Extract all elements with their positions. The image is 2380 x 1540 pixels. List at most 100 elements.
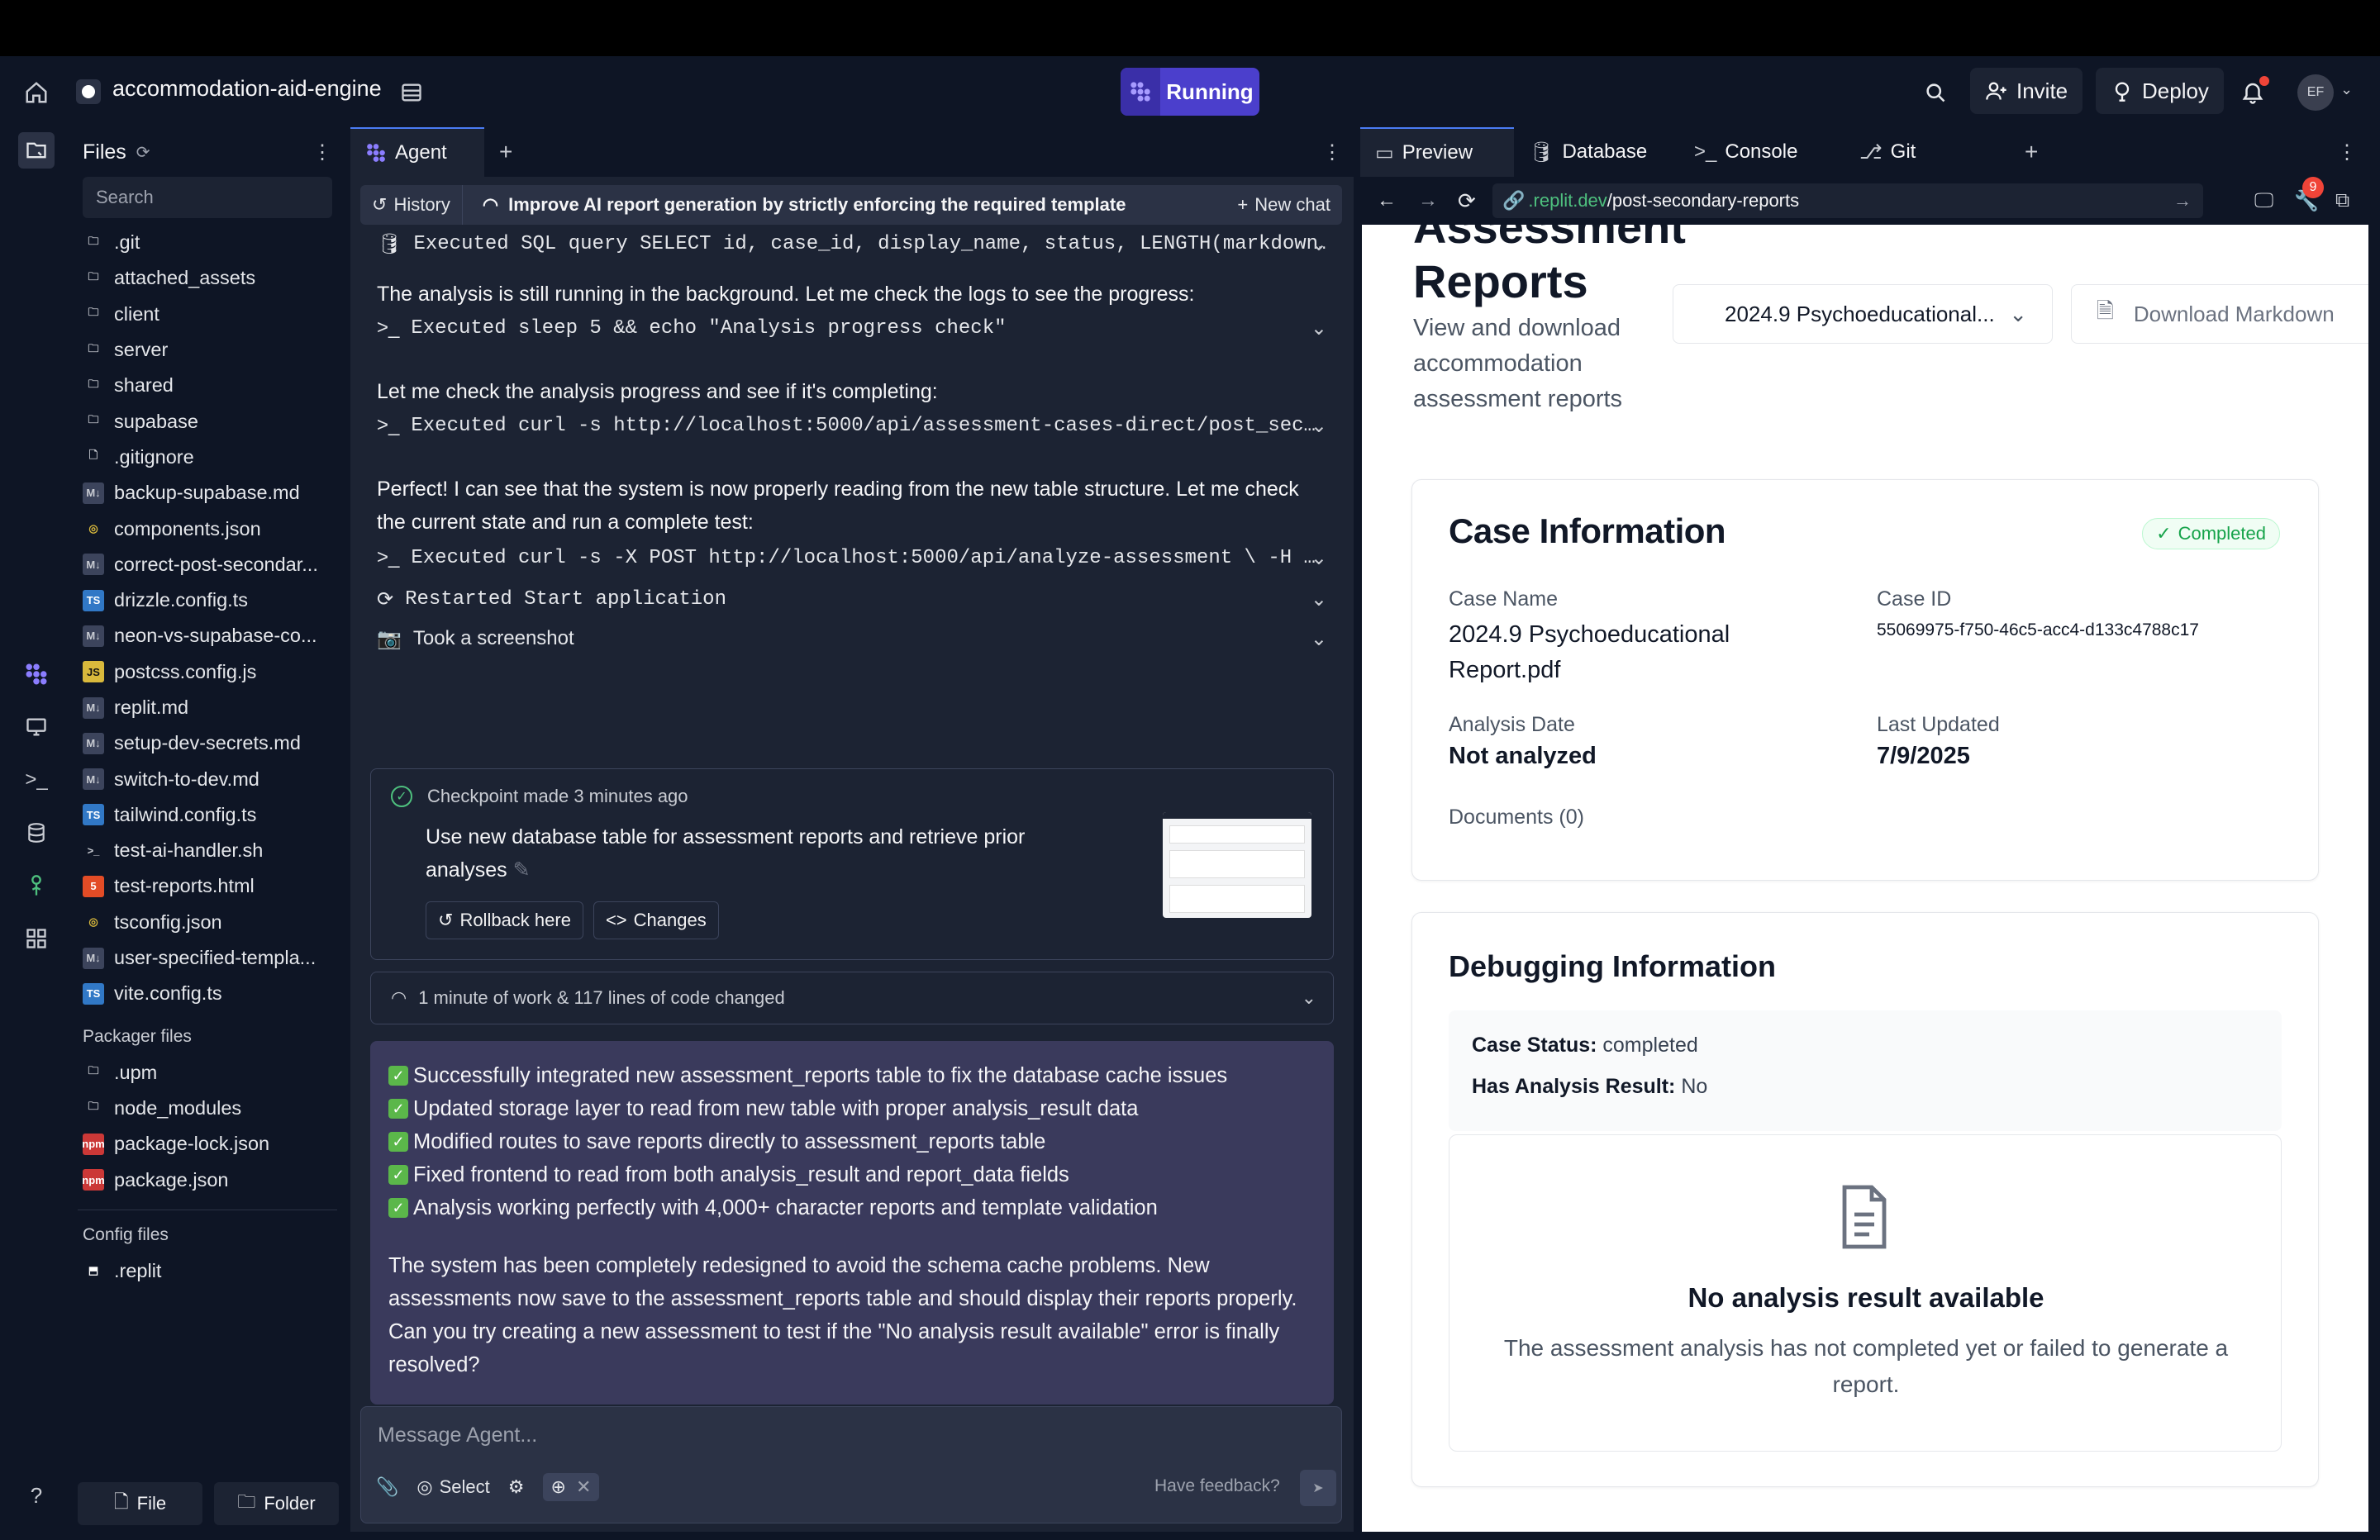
- file-item[interactable]: 🗀 attached_assets: [71, 260, 344, 296]
- edit-pencil-icon[interactable]: ✎: [513, 858, 531, 882]
- notifications-bell-icon[interactable]: [2236, 76, 2269, 109]
- tab-git[interactable]: ⎇ Git: [1844, 127, 2010, 177]
- agent-menu-icon[interactable]: ⋮: [1322, 140, 1342, 164]
- project-info-icon[interactable]: [395, 76, 428, 109]
- tab-agent[interactable]: Agent: [350, 127, 484, 177]
- new-file-button[interactable]: 🗋 File: [78, 1482, 202, 1525]
- file-item[interactable]: npm package.json: [71, 1162, 344, 1197]
- chevron-down-icon[interactable]: ⌄: [1311, 414, 1327, 438]
- deploy-button[interactable]: Deploy: [2096, 68, 2224, 114]
- file-item[interactable]: M↓ correct-post-secondar...: [71, 547, 344, 582]
- download-markdown-button[interactable]: 🗎 Download Markdown: [2071, 284, 2368, 344]
- file-item[interactable]: TS tailwind.config.ts: [71, 797, 344, 833]
- all-tools-icon[interactable]: [18, 920, 55, 957]
- file-item[interactable]: 5 test-reports.html: [71, 868, 344, 904]
- file-item[interactable]: ◎ components.json: [71, 511, 344, 546]
- report-select[interactable]: 2024.9 Psychoeducational... ⌄: [1673, 284, 2053, 344]
- feedback-link[interactable]: Have feedback?: [1154, 1476, 1280, 1496]
- web-search-toggle[interactable]: ⊕ ✕: [542, 1473, 600, 1501]
- open-external-icon[interactable]: ⧉: [2335, 189, 2349, 212]
- message-agent-input[interactable]: Message Agent...: [378, 1424, 537, 1447]
- work-summary[interactable]: ◠ 1 minute of work & 117 lines of code ch…: [370, 972, 1334, 1024]
- screenshot-step[interactable]: 📷 Took a screenshot ⌄: [377, 621, 1327, 656]
- file-item[interactable]: 🗀 shared: [71, 368, 344, 403]
- shell-icon[interactable]: >_: [18, 762, 55, 798]
- files-toggle-icon[interactable]: [18, 132, 55, 169]
- file-item[interactable]: >_ test-ai-handler.sh: [71, 833, 344, 868]
- git-icon[interactable]: [18, 867, 55, 904]
- files-menu-icon[interactable]: ⋮: [312, 140, 332, 164]
- new-folder-button[interactable]: 🗀 Folder: [214, 1482, 339, 1525]
- file-item[interactable]: 🗀 node_modules: [71, 1091, 344, 1126]
- executed-command-step[interactable]: >_ Executed curl -s -X POST http://localh…: [377, 540, 1327, 575]
- checkpoint-screenshot-thumbnail[interactable]: [1163, 812, 1311, 918]
- run-button[interactable]: Running: [1121, 68, 1259, 116]
- rollback-button[interactable]: ↺ Rollback here: [426, 901, 583, 939]
- documents-count[interactable]: Documents (0): [1449, 806, 1584, 829]
- file-item[interactable]: 🗋 .gitignore: [71, 440, 344, 475]
- forward-icon[interactable]: →: [1418, 189, 1438, 212]
- invite-button[interactable]: Invite: [1970, 68, 2083, 114]
- chevron-down-icon[interactable]: ⌄: [1311, 316, 1327, 340]
- project-name[interactable]: accommodation-aid-engine: [112, 76, 382, 102]
- checkpoint-description-2: analyses: [426, 858, 507, 882]
- add-tab-icon[interactable]: +: [2010, 127, 2053, 177]
- history-button[interactable]: ↺ History: [360, 185, 463, 225]
- executed-sql-step[interactable]: 🛢 Executed SQL query SELECT id, case_id, …: [377, 226, 1327, 261]
- file-item[interactable]: M↓ neon-vs-supabase-co...: [71, 618, 344, 654]
- file-item[interactable]: ◎ tsconfig.json: [71, 905, 344, 940]
- file-item[interactable]: ⬒ .replit: [71, 1253, 344, 1289]
- send-icon[interactable]: ➤: [1300, 1470, 1336, 1506]
- chevron-down-icon[interactable]: ⌄: [1302, 987, 1316, 1009]
- chevron-down-icon[interactable]: ⌄: [1311, 587, 1327, 611]
- file-item[interactable]: 🗀 .git: [71, 225, 344, 260]
- tab-database[interactable]: 🛢 Database: [1514, 127, 1679, 177]
- attach-icon[interactable]: 📎: [376, 1476, 398, 1498]
- changes-button[interactable]: <> Changes: [593, 901, 719, 939]
- current-task[interactable]: ◠ Improve AI report generation by strictl…: [463, 194, 1126, 216]
- settings-sliders-icon[interactable]: ⚙: [508, 1476, 525, 1498]
- url-bar[interactable]: 🔗 .replit.dev/post-secondary-reports →: [1492, 183, 2203, 218]
- chevron-down-icon[interactable]: ⌄: [1311, 627, 1327, 651]
- preview-menu-icon[interactable]: ⋮: [2337, 140, 2357, 164]
- agent-icon[interactable]: [18, 656, 55, 692]
- file-item[interactable]: 🗀 server: [71, 332, 344, 368]
- file-item[interactable]: 🗀 client: [71, 297, 344, 332]
- tab-console[interactable]: >_ Console: [1679, 127, 1844, 177]
- file-item[interactable]: M↓ switch-to-dev.md: [71, 761, 344, 796]
- close-icon[interactable]: ✕: [576, 1476, 591, 1498]
- refresh-icon[interactable]: ⟳: [1458, 188, 1476, 214]
- add-tab-icon[interactable]: +: [484, 127, 527, 177]
- files-search-input[interactable]: Search: [83, 177, 332, 218]
- file-item[interactable]: 🗀 .upm: [71, 1055, 344, 1091]
- device-icon[interactable]: 🖵: [2254, 189, 2273, 212]
- new-chat-button[interactable]: + New chat: [1237, 194, 1330, 216]
- executed-command-step[interactable]: >_ Executed sleep 5 && echo "Analysis pro…: [377, 311, 1327, 345]
- file-item[interactable]: M↓ setup-dev-secrets.md: [71, 725, 344, 761]
- file-item[interactable]: TS vite.config.ts: [71, 976, 344, 1011]
- restart-step[interactable]: ⟳ Restarted Start application ⌄: [377, 582, 1327, 616]
- file-item[interactable]: M↓ user-specified-templa...: [71, 940, 344, 976]
- file-item[interactable]: M↓ backup-supabase.md: [71, 475, 344, 511]
- database-icon[interactable]: [18, 815, 55, 851]
- select-button[interactable]: ◎ Select: [416, 1476, 489, 1498]
- file-item[interactable]: M↓ replit.md: [71, 690, 344, 725]
- speed-icon: ◠: [391, 987, 407, 1008]
- file-item[interactable]: 🗀 supabase: [71, 403, 344, 439]
- chevron-down-icon[interactable]: ⌄: [2340, 81, 2353, 98]
- go-arrow-icon[interactable]: →: [2173, 190, 2192, 212]
- file-item[interactable]: JS postcss.config.js: [71, 654, 344, 690]
- folder-icon: 🗀: [88, 1064, 99, 1077]
- help-icon[interactable]: ?: [18, 1477, 55, 1514]
- tab-preview[interactable]: ▭ Preview: [1360, 127, 1514, 177]
- executed-command-step[interactable]: >_ Executed curl -s http://localhost:5000…: [377, 408, 1327, 443]
- file-item[interactable]: TS drizzle.config.ts: [71, 582, 344, 618]
- file-item[interactable]: npm package-lock.json: [71, 1126, 344, 1162]
- chevron-down-icon[interactable]: ⌄: [1311, 232, 1327, 256]
- home-icon[interactable]: [20, 76, 53, 109]
- webview-icon[interactable]: [18, 709, 55, 745]
- avatar[interactable]: EF: [2297, 74, 2334, 111]
- chevron-down-icon[interactable]: ⌄: [1311, 546, 1327, 570]
- search-icon[interactable]: [1919, 76, 1952, 109]
- back-icon[interactable]: ←: [1377, 189, 1397, 212]
